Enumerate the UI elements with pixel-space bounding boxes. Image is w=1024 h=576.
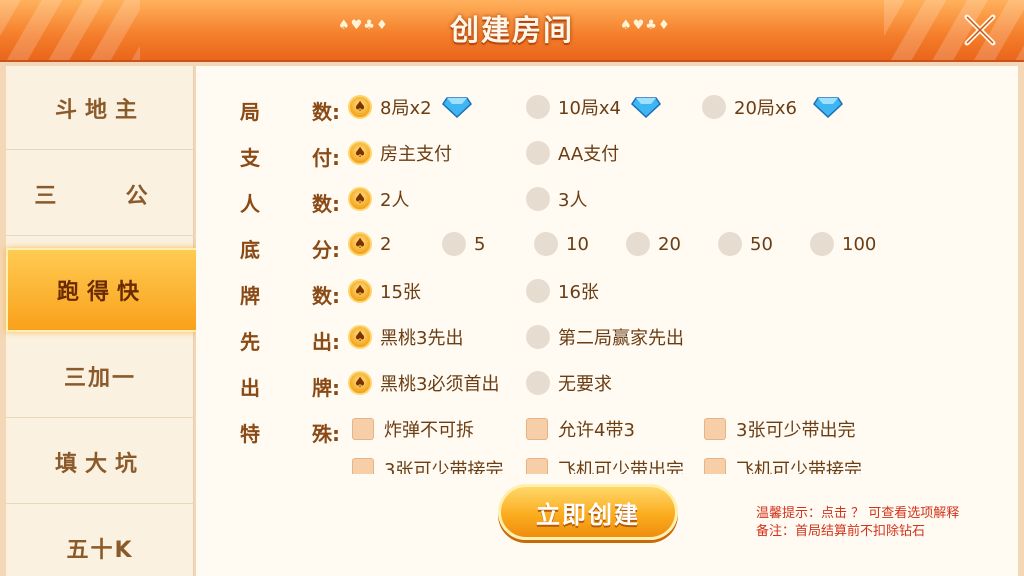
base-option-5[interactable]: 5 [442, 232, 485, 256]
checkbox [526, 458, 548, 474]
game-type-sidebar: 斗地主 三 公 跑得快 三加一 填大坑 五十K [6, 66, 198, 576]
pay-option-owner[interactable]: 房主支付 [348, 140, 452, 166]
cards-option-15[interactable]: 15张 [348, 278, 421, 304]
pay-option-aa[interactable]: AA支付 [526, 140, 619, 166]
rounds-label: 局数: [240, 100, 340, 124]
radio-selected [348, 325, 372, 349]
rounds-option-8[interactable]: 8局x2 [348, 94, 472, 120]
special-option-3less-out[interactable]: 3张可少带出完 [704, 416, 855, 442]
close-icon [964, 14, 996, 46]
base-option-50[interactable]: 50 [718, 232, 773, 256]
sidebar-item-tiandakeng[interactable]: 填大坑 [6, 420, 194, 504]
radio-selected [348, 232, 372, 256]
radio-unselected [526, 187, 550, 211]
players-option-3[interactable]: 3人 [526, 186, 587, 212]
suits-decoration-right: ♠♥♣♦ [620, 18, 671, 33]
sidebar-item-sanjiayi[interactable]: 三加一 [6, 334, 194, 418]
special-option-4with3[interactable]: 允许4带3 [526, 416, 635, 442]
radio-unselected [526, 371, 550, 395]
special-option-3less-catch[interactable]: 3张可少带接完 [352, 456, 503, 474]
players-option-2[interactable]: 2人 [348, 186, 409, 212]
play-option-none[interactable]: 无要求 [526, 370, 612, 396]
close-button[interactable] [958, 8, 1002, 52]
special-option-plane-out[interactable]: 飞机可少带出完 [526, 456, 684, 474]
sidebar-item-wushik[interactable]: 五十K [6, 506, 194, 576]
checkbox [526, 418, 548, 440]
radio-selected [348, 187, 372, 211]
first-option-winner[interactable]: 第二局赢家先出 [526, 324, 684, 350]
diamond-icon [631, 97, 661, 118]
header-bar: ♠♥♣♦ 创建房间 ♠♥♣♦ [0, 0, 1024, 62]
suits-decoration-left: ♠♥♣♦ [338, 18, 389, 33]
radio-unselected [526, 325, 550, 349]
checkbox [704, 458, 726, 474]
checkbox [352, 458, 374, 474]
base-option-10[interactable]: 10 [534, 232, 589, 256]
radio-unselected [810, 232, 834, 256]
tip-note: 备注：首局结算前不扣除钻石 [756, 524, 926, 539]
rounds-option-20[interactable]: 20局x6 [702, 94, 843, 120]
radio-unselected [718, 232, 742, 256]
rounds-option-10[interactable]: 10局x4 [526, 94, 661, 120]
radio-unselected [702, 95, 726, 119]
special-option-bomb[interactable]: 炸弹不可拆 [352, 416, 474, 442]
checkbox [352, 418, 374, 440]
base-score-label: 底分: [240, 238, 340, 262]
checkbox [704, 418, 726, 440]
sidebar-item-sangong[interactable]: 三 公 [6, 152, 194, 236]
base-option-2[interactable]: 2 [348, 232, 391, 256]
play-option-spade3-first[interactable]: 黑桃3必须首出 [348, 370, 499, 396]
special-option-plane-catch[interactable]: 飞机可少带接完 [704, 456, 862, 474]
first-option-spade3[interactable]: 黑桃3先出 [348, 324, 463, 350]
radio-selected [348, 95, 372, 119]
radio-unselected [526, 95, 550, 119]
radio-selected [348, 141, 372, 165]
radio-unselected [442, 232, 466, 256]
sidebar-item-doudizhu[interactable]: 斗地主 [6, 66, 194, 150]
radio-unselected [626, 232, 650, 256]
create-room-button[interactable]: 立即创建 [498, 484, 678, 540]
pay-label: 支付: [240, 146, 340, 170]
diamond-icon [813, 97, 843, 118]
radio-selected [348, 371, 372, 395]
base-option-20[interactable]: 20 [626, 232, 681, 256]
sidebar-item-paodekuai[interactable]: 跑得快 [6, 248, 198, 332]
tip-hint: 温馨提示：点击 ？ 可查看选项解释 [756, 506, 960, 521]
first-play-label: 先出: [240, 330, 340, 354]
special-options-scroll[interactable]: 炸弹不可拆 允许4带3 3张可少带出完 3张可少带接完 飞机可少带出完 飞机可少… [196, 396, 1018, 474]
base-option-100[interactable]: 100 [810, 232, 876, 256]
players-label: 人数: [240, 192, 340, 216]
header-decoration-left [0, 0, 140, 60]
diamond-icon [441, 97, 472, 118]
cards-option-16[interactable]: 16张 [526, 278, 599, 304]
page-title: 创建房间 [449, 13, 574, 47]
radio-unselected [534, 232, 558, 256]
card-count-label: 牌数: [240, 284, 340, 308]
radio-selected [348, 279, 372, 303]
radio-unselected [526, 141, 550, 165]
header-decoration-right [884, 0, 1024, 60]
radio-unselected [526, 279, 550, 303]
